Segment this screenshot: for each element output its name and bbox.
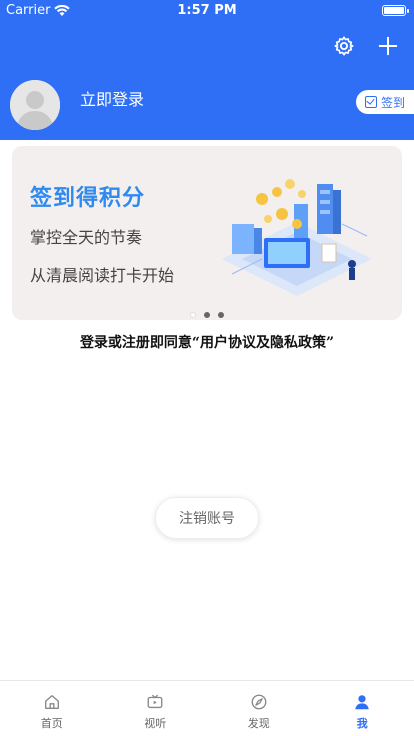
pagination-dot-1[interactable] (190, 312, 196, 318)
default-avatar-icon (10, 80, 60, 130)
add-button[interactable] (376, 34, 400, 58)
profile-header: Carrier 1:57 PM 立即登录 签到 (0, 0, 414, 140)
delete-account-button[interactable]: 注销账号 (155, 497, 259, 539)
agreement-link[interactable]: 登录或注册即同意“用户协议及隐私政策” (0, 332, 414, 352)
tab-bar: 首页 视听 发现 我 (0, 680, 414, 736)
battery-fill (384, 7, 404, 14)
battery-icon (382, 5, 409, 16)
checkin-label: 签到 (380, 95, 405, 110)
banner-title: 签到得积分 (30, 186, 146, 211)
home-icon (44, 695, 59, 709)
banner-subtitle-1: 掌控全天的节奏 (30, 228, 143, 247)
status-bar: Carrier 1:57 PM (0, 0, 414, 22)
pagination-dot-3[interactable] (218, 312, 224, 318)
tab-me-label: 我 (356, 717, 368, 730)
banner-pagination (0, 312, 414, 318)
pagination-dot-2[interactable] (204, 312, 210, 318)
tab-home[interactable]: 首页 (0, 681, 104, 736)
header-actions (332, 34, 400, 58)
banner-subtitle-2: 从清晨阅读打卡开始 (30, 266, 175, 285)
gear-icon (334, 36, 354, 56)
tab-home-label: 首页 (40, 717, 63, 730)
login-link[interactable]: 立即登录 (80, 86, 144, 110)
settings-button[interactable] (332, 34, 356, 58)
tab-media[interactable]: 视听 (104, 681, 208, 736)
tab-discover[interactable]: 发现 (207, 681, 311, 736)
status-time: 1:57 PM (177, 3, 237, 18)
checkbox-icon (364, 96, 377, 108)
plus-icon (378, 36, 398, 56)
checkin-button[interactable]: 签到 (356, 90, 414, 114)
tab-me[interactable]: 我 (311, 681, 414, 736)
avatar[interactable] (10, 80, 60, 130)
tv-icon (147, 694, 163, 709)
promo-banner[interactable]: 签到得积分 掌控全天的节奏 从清晨阅读打卡开始 (12, 146, 402, 320)
tab-media-label: 视听 (144, 717, 167, 730)
user-icon (355, 695, 369, 710)
tab-discover-label: 发现 (247, 717, 270, 730)
isometric-city-illustration (222, 179, 372, 296)
compass-icon (251, 694, 267, 710)
